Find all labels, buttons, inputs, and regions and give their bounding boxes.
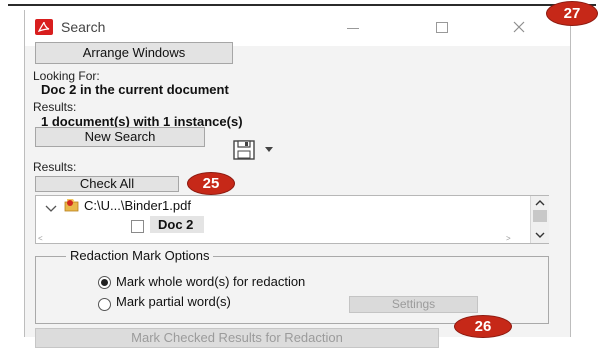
save-icon[interactable] bbox=[233, 140, 255, 160]
vertical-scrollbar[interactable] bbox=[530, 196, 549, 243]
tree-collapse-icon[interactable] bbox=[44, 200, 58, 212]
title-bar: Search bbox=[25, 10, 570, 46]
new-search-button[interactable]: New Search bbox=[35, 127, 205, 147]
scroll-up-icon[interactable] bbox=[535, 199, 545, 206]
annotation-badge-25: 25 bbox=[188, 173, 234, 194]
settings-button[interactable]: Settings bbox=[349, 296, 478, 313]
annotation-badge-27: 27 bbox=[547, 2, 597, 25]
dropdown-arrow-icon[interactable] bbox=[265, 147, 273, 152]
adobe-acrobat-icon bbox=[35, 19, 53, 35]
scroll-thumb[interactable] bbox=[533, 210, 547, 222]
close-icon[interactable] bbox=[509, 17, 529, 37]
checkbox-icon[interactable] bbox=[131, 220, 144, 233]
search-window: Search Arrange Windows Looking For: Doc … bbox=[24, 10, 571, 348]
pdf-file-icon bbox=[64, 198, 80, 212]
maximize-icon[interactable] bbox=[436, 22, 448, 33]
top-divider-line bbox=[8, 4, 596, 6]
whole-word-label[interactable]: Mark whole word(s) for redaction bbox=[116, 274, 305, 289]
redaction-options-group: Redaction Mark Options Mark whole word(s… bbox=[35, 248, 549, 324]
window-title: Search bbox=[61, 19, 106, 35]
results-label-2: Results: bbox=[33, 160, 77, 174]
arrange-windows-button[interactable]: Arrange Windows bbox=[35, 42, 233, 64]
scroll-left-icon[interactable]: < bbox=[38, 234, 43, 243]
looking-for-value: Doc 2 in the current document bbox=[41, 82, 229, 97]
minimize-icon[interactable] bbox=[347, 28, 359, 29]
looking-for-label: Looking For: bbox=[33, 69, 100, 83]
partial-word-label[interactable]: Mark partial word(s) bbox=[116, 294, 231, 309]
partial-word-radio[interactable] bbox=[98, 298, 111, 311]
scroll-down-icon[interactable] bbox=[535, 232, 545, 239]
results-tree[interactable]: C:\U...\Binder1.pdf Doc 2 < > bbox=[35, 195, 549, 244]
results-label: Results: bbox=[33, 100, 77, 114]
check-all-button[interactable]: Check All bbox=[35, 176, 179, 192]
redaction-options-legend: Redaction Mark Options bbox=[66, 248, 214, 263]
annotation-badge-26: 26 bbox=[455, 316, 511, 337]
mark-checked-results-button[interactable]: Mark Checked Results for Redaction bbox=[35, 328, 439, 348]
tree-file-label[interactable]: C:\U...\Binder1.pdf bbox=[84, 198, 191, 213]
scroll-right-icon[interactable]: > bbox=[506, 234, 511, 243]
tree-item-doc[interactable]: Doc 2 bbox=[150, 216, 204, 233]
whole-word-radio[interactable] bbox=[98, 276, 111, 289]
